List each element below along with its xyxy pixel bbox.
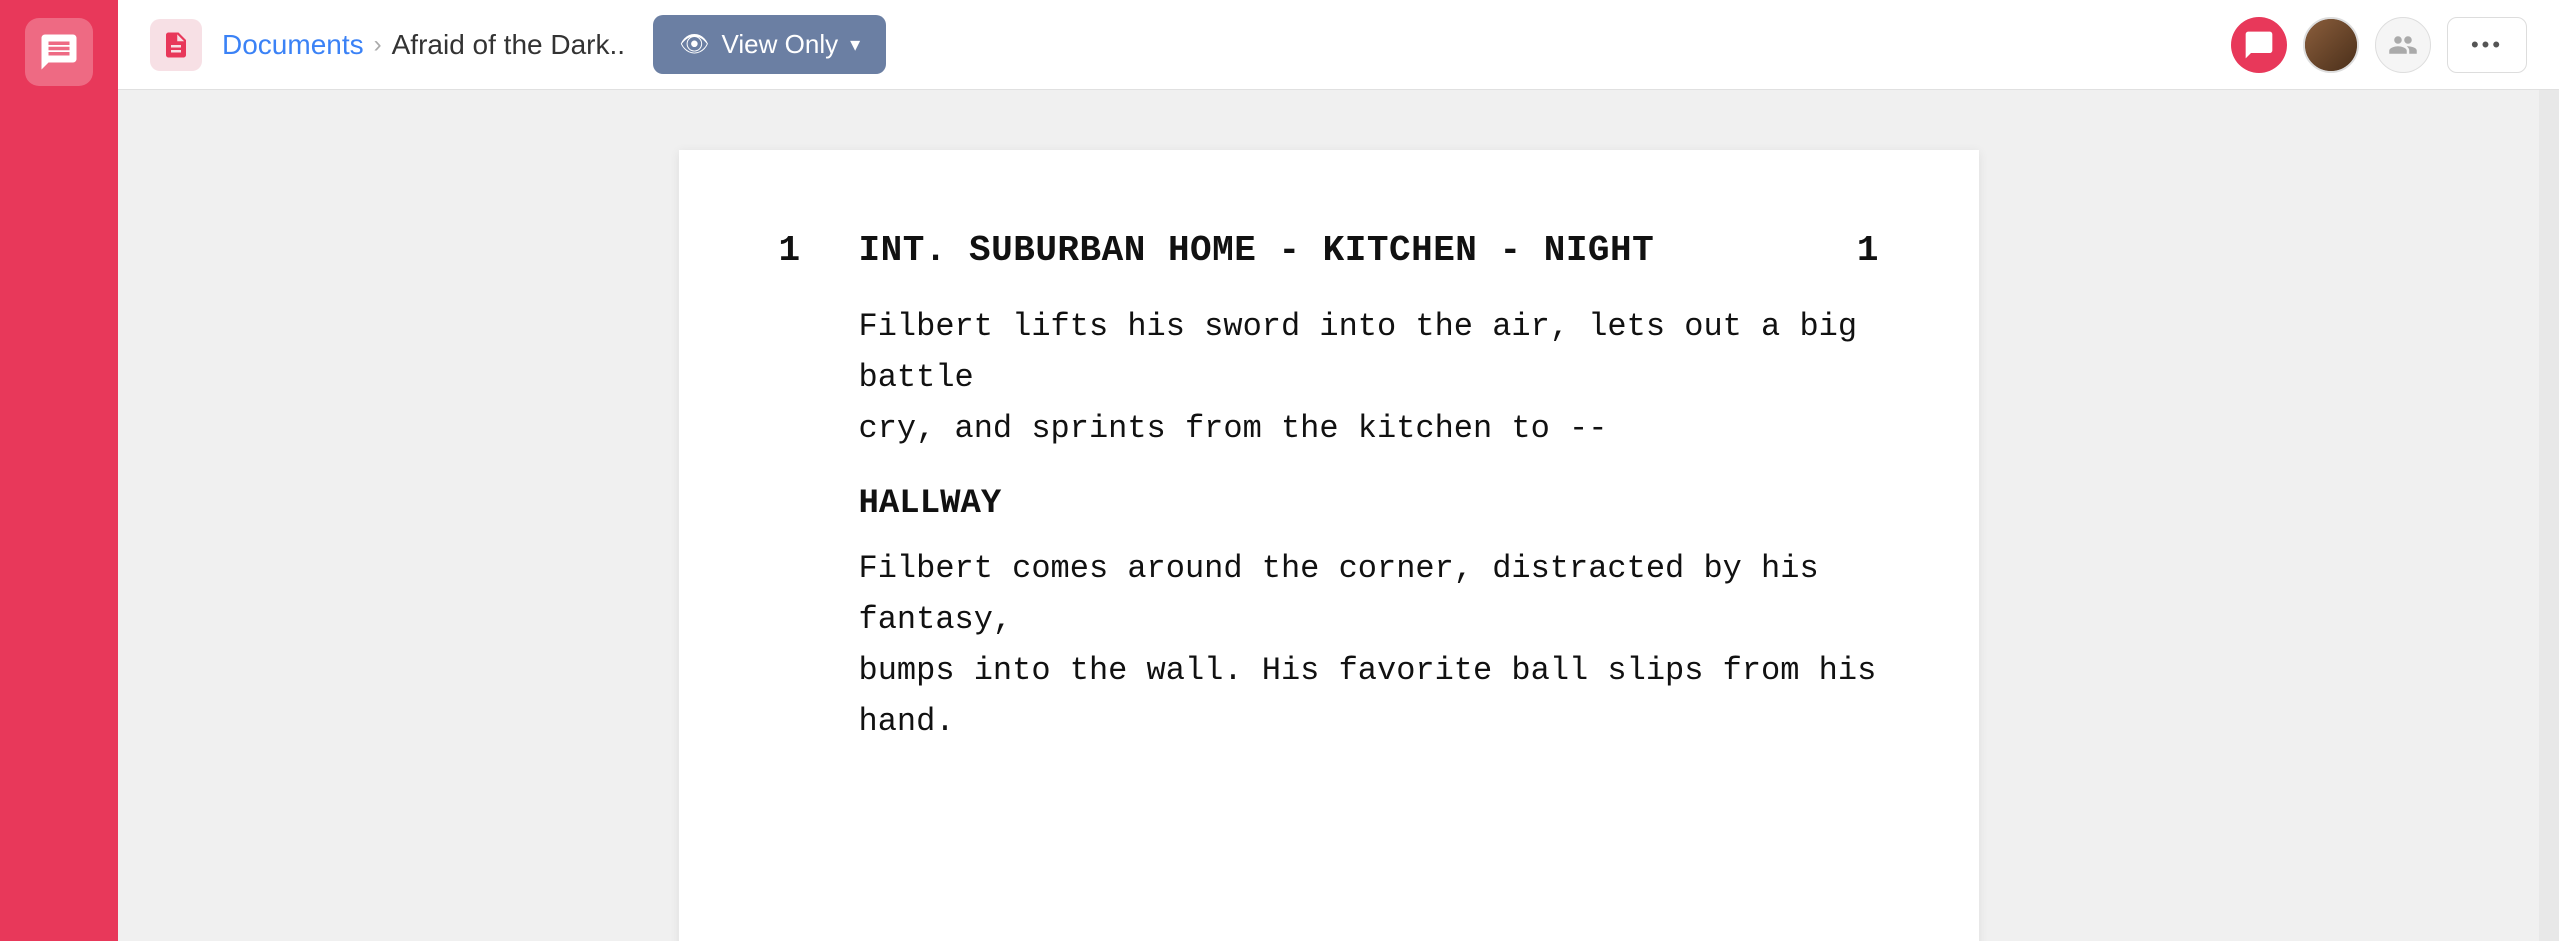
header-right-actions: ••• (2231, 17, 2527, 73)
sidebar (0, 0, 118, 941)
scene-block-1: 1 INT. SUBURBAN HOME - KITCHEN - NIGHT 1… (779, 230, 1879, 747)
scene-number-left: 1 (779, 230, 819, 271)
header: Documents › Afraid of the Dark.. 👁 View … (118, 0, 2559, 90)
document-content: 1 INT. SUBURBAN HOME - KITCHEN - NIGHT 1… (118, 90, 2539, 941)
chat-avatar-button[interactable] (2231, 17, 2287, 73)
scene-header-left: 1 INT. SUBURBAN HOME - KITCHEN - NIGHT (779, 230, 1655, 271)
chat-icon (2243, 29, 2275, 61)
more-options-button[interactable]: ••• (2447, 17, 2527, 73)
scene-action-1: Filbert lifts his sword into the air, le… (859, 301, 1879, 455)
scene-action-2: Filbert comes around the corner, distrac… (859, 543, 1879, 748)
scrollbar[interactable] (2539, 90, 2559, 941)
document-icon (161, 30, 191, 60)
people-icon (2388, 30, 2418, 60)
content-area: 1 INT. SUBURBAN HOME - KITCHEN - NIGHT 1… (118, 90, 2559, 941)
scene-heading: INT. SUBURBAN HOME - KITCHEN - NIGHT (859, 230, 1655, 271)
scene-sub-heading: HALLWAY (859, 485, 1879, 523)
chevron-down-icon: ▾ (850, 32, 860, 57)
breadcrumb-doc-title: Afraid of the Dark.. (392, 29, 625, 61)
scene-number-right: 1 (1857, 230, 1879, 271)
breadcrumb-chevron-icon: › (374, 31, 382, 59)
breadcrumb: Documents › Afraid of the Dark.. (222, 29, 625, 61)
breadcrumb-documents-link[interactable]: Documents (222, 29, 364, 61)
main-area: Documents › Afraid of the Dark.. 👁 View … (118, 0, 2559, 941)
user-avatar-image (2305, 19, 2357, 71)
doc-icon-button[interactable] (150, 19, 202, 71)
scene-header: 1 INT. SUBURBAN HOME - KITCHEN - NIGHT 1 (779, 230, 1879, 271)
more-dots-label: ••• (2471, 32, 2503, 58)
chat-bubble-icon (38, 31, 80, 73)
sidebar-logo-icon[interactable] (25, 18, 93, 86)
eye-icon: 👁 (679, 30, 709, 59)
people-icon-button[interactable] (2375, 17, 2431, 73)
user-avatar[interactable] (2303, 17, 2359, 73)
view-only-label: View Only (722, 29, 839, 60)
script-page: 1 INT. SUBURBAN HOME - KITCHEN - NIGHT 1… (679, 150, 1979, 941)
view-only-button[interactable]: 👁 View Only ▾ (653, 15, 886, 74)
